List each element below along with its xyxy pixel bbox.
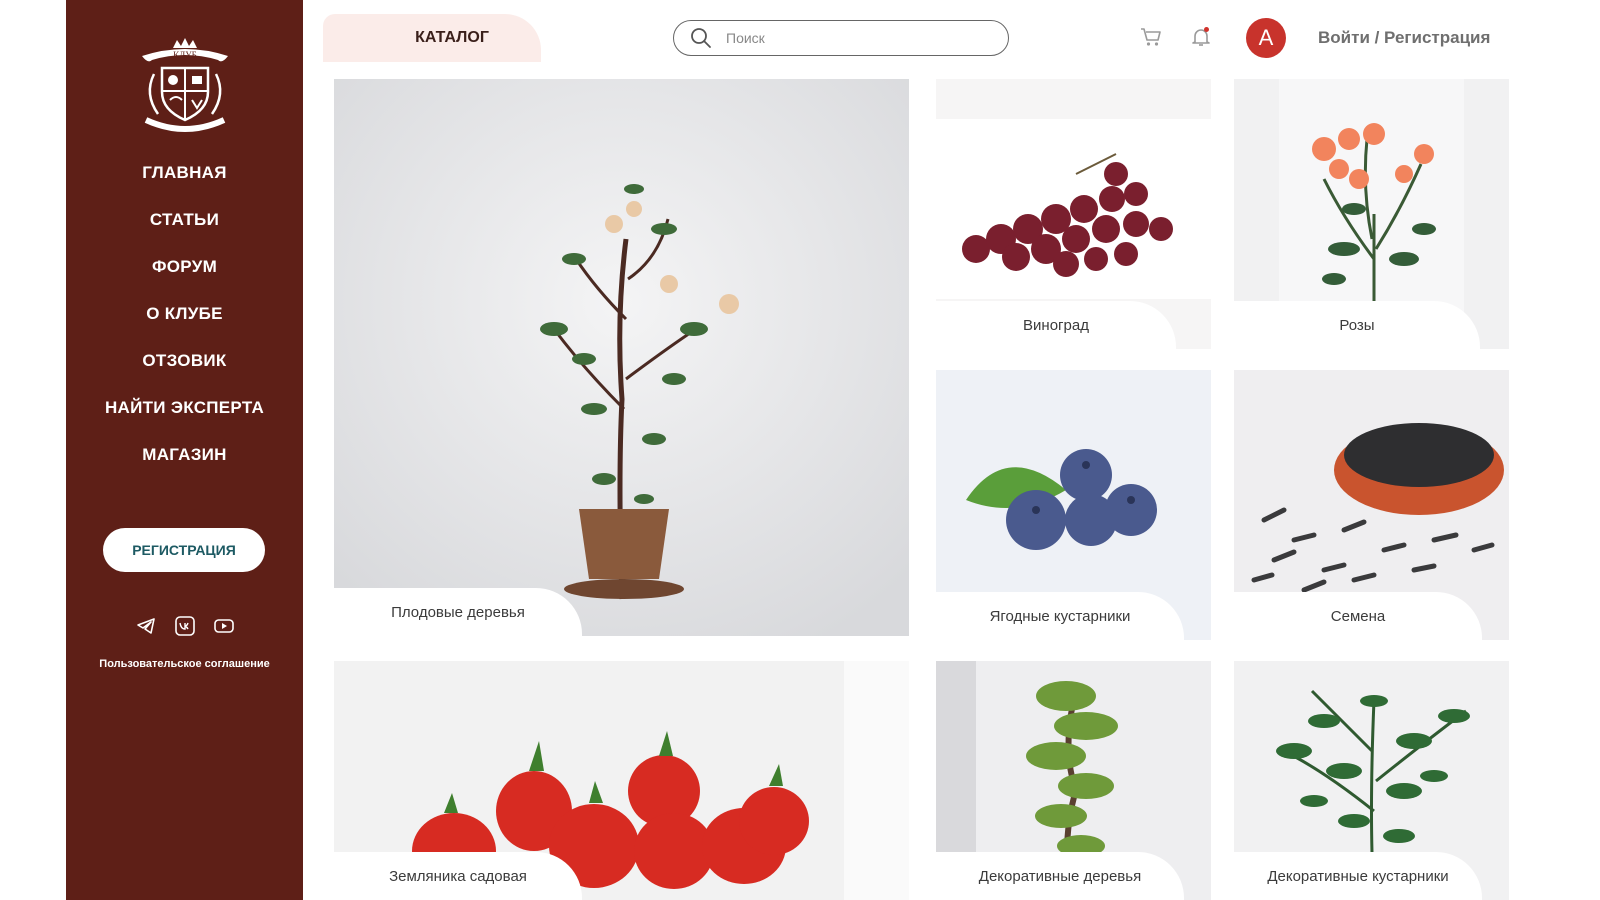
- category-card-decorative-bushes[interactable]: Декоративные кустарники: [1234, 661, 1509, 900]
- category-label: Земляника садовая: [334, 852, 582, 900]
- sidebar: КЛУБ ГЛАВНАЯ СТАТЬИ ФОРУМ О КЛУБЕ ОТЗОВИ…: [66, 0, 303, 900]
- main-nav: ГЛАВНАЯ СТАТЬИ ФОРУМ О КЛУБЕ ОТЗОВИК НАЙ…: [66, 158, 303, 487]
- category-card-seeds[interactable]: Семена: [1234, 370, 1509, 640]
- nav-item-shop[interactable]: МАГАЗИН: [66, 440, 303, 487]
- category-label: Ягодные кустарники: [936, 592, 1184, 640]
- category-label: Семена: [1234, 592, 1482, 640]
- category-card-roses[interactable]: Розы: [1234, 79, 1509, 349]
- category-card-strawberries[interactable]: Земляника садовая: [334, 661, 909, 900]
- vk-icon[interactable]: [174, 616, 195, 636]
- user-agreement-link[interactable]: Пользовательское соглашение: [66, 658, 303, 670]
- category-label: Декоративные деревья: [936, 852, 1184, 900]
- register-button[interactable]: РЕГИСТРАЦИЯ: [103, 528, 265, 572]
- nav-item-forum[interactable]: ФОРУМ: [66, 252, 303, 299]
- social-links: [66, 616, 303, 636]
- avatar[interactable]: А: [1246, 18, 1286, 58]
- nav-item-find-expert[interactable]: НАЙТИ ЭКСПЕРТА: [66, 393, 303, 440]
- nav-item-about[interactable]: О КЛУБЕ: [66, 299, 303, 346]
- nav-item-articles[interactable]: СТАТЬИ: [66, 205, 303, 252]
- category-card-decorative-trees[interactable]: Декоративные деревья: [936, 661, 1211, 900]
- club-logo[interactable]: КЛУБ: [132, 36, 238, 142]
- search-icon[interactable]: [690, 27, 712, 49]
- category-label: Декоративные кустарники: [1234, 852, 1482, 900]
- notification-dot: [1204, 27, 1209, 32]
- youtube-icon[interactable]: [213, 616, 234, 636]
- login-register-link[interactable]: Войти / Регистрация: [1318, 28, 1490, 48]
- nav-item-home[interactable]: ГЛАВНАЯ: [66, 158, 303, 205]
- telegram-icon[interactable]: [136, 616, 156, 636]
- nav-item-reviews[interactable]: ОТЗОВИК: [66, 346, 303, 393]
- search-bar: [673, 20, 1009, 56]
- search-input[interactable]: [724, 29, 978, 47]
- notifications-icon[interactable]: [1191, 27, 1211, 52]
- category-card-fruit-trees[interactable]: Плодовые деревья: [334, 79, 909, 636]
- crest-icon: КЛУБ: [142, 38, 228, 132]
- cart-icon[interactable]: [1140, 27, 1162, 52]
- category-label: Виноград: [936, 301, 1176, 349]
- category-label: Розы: [1234, 301, 1480, 349]
- category-label: Плодовые деревья: [334, 588, 582, 636]
- svg-text:КЛУБ: КЛУБ: [173, 50, 197, 60]
- tab-catalog[interactable]: КАТАЛОГ: [323, 14, 541, 62]
- category-card-grapes[interactable]: Виноград: [936, 79, 1211, 349]
- fruit-tree-image: [334, 79, 909, 636]
- category-card-berry-bushes[interactable]: Ягодные кустарники: [936, 370, 1211, 640]
